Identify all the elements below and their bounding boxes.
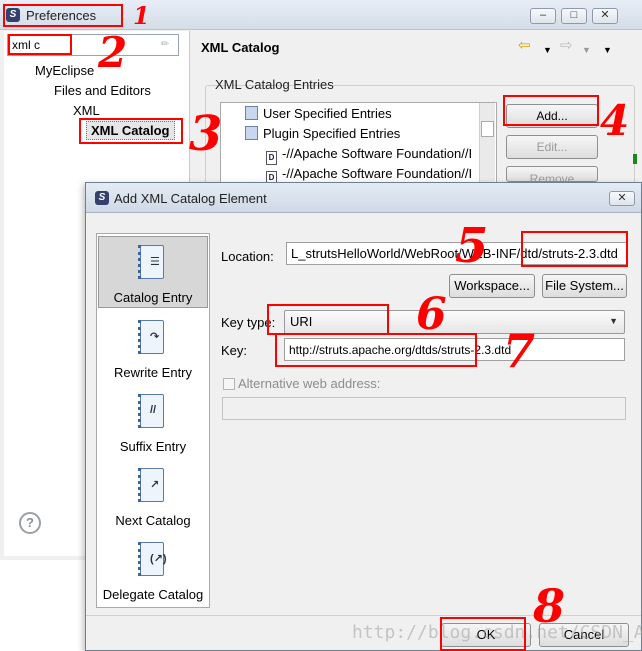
annotation-box [3,4,123,27]
catalog-icon [245,106,258,120]
back-arrow-icon[interactable]: ⇦ [518,38,531,54]
back-menu-chevron-icon[interactable]: ▼ [543,42,552,58]
entry-type-label: Next Catalog [115,513,191,528]
alternative-address-checkbox[interactable] [223,378,235,390]
tree-row-plugin-entries[interactable]: Plugin Specified Entries [245,126,400,141]
annotation-number: 6 [416,289,447,340]
entry-type-rewrite[interactable]: ↷ Rewrite Entry [98,312,208,382]
dialog-close-button[interactable]: ✕ [609,191,635,206]
dialog-title: Add XML Catalog Element [114,191,267,206]
remove-button[interactable]: Remove [506,166,598,182]
annotation-box [275,333,477,367]
annotation-box [440,617,526,651]
entry-type-list: ☰ Catalog Entry ↷ Rewrite Entry // Suffi… [96,233,210,608]
myeclipse-app-icon: S [95,191,109,205]
tree-row-dtd-entry[interactable]: D -//Apache Software Foundation//I [266,146,472,165]
edit-button[interactable]: Edit... [506,135,598,159]
annotation-box [521,231,628,267]
annotation-number: 3 [189,106,223,162]
maximize-button[interactable]: □ [561,8,587,24]
dialog-titlebar: S Add XML Catalog Element ✕ [86,183,641,213]
entry-type-suffix[interactable]: // Suffix Entry [98,386,208,456]
alternative-address-input[interactable] [222,397,626,420]
tree-item-files-and-editors[interactable]: Files and Editors [54,83,151,98]
page-title: XML Catalog [201,40,280,55]
next-catalog-icon: ↗ [138,466,168,508]
tree-row-label: Plugin Specified Entries [263,126,401,141]
minimize-button[interactable]: – [530,8,556,24]
annotation-number: 7 [503,324,536,378]
catalog-entries-tree[interactable]: User Specified Entries Plugin Specified … [220,102,497,192]
annotation-number: 2 [98,28,128,77]
tree-row-user-entries[interactable]: User Specified Entries [245,106,392,121]
delegate-catalog-icon: (↗) [138,540,168,582]
tree-item-xml[interactable]: XML [73,103,100,118]
annotation-number: 8 [533,579,566,633]
view-menu-chevron-icon[interactable]: ▼ [603,42,612,58]
annotation-number: 5 [455,218,489,274]
entry-type-catalog[interactable]: ☰ Catalog Entry [98,236,208,308]
entry-type-label: Suffix Entry [119,439,187,454]
entry-type-delegate-catalog[interactable]: (↗) Delegate Catalog [98,534,208,606]
green-mark [633,154,637,164]
location-label: Location: [221,249,274,264]
annotation-number: 4 [600,96,630,145]
close-button[interactable]: ✕ [592,8,618,24]
tree-row-label: User Specified Entries [263,106,392,121]
entries-scrollbar[interactable] [479,103,495,191]
key-label: Key: [221,343,248,358]
help-icon[interactable]: ? [19,512,41,534]
entry-type-label: Delegate Catalog [102,587,204,602]
annotation-box [79,118,183,144]
suffix-entry-icon: // [138,392,168,434]
catalog-entry-icon: ☰ [138,243,168,285]
catalog-icon [245,126,258,140]
tree-row-label: -//Apache Software Foundation//I [282,146,473,161]
annotation-box [8,34,72,55]
workspace-button[interactable]: Workspace... [449,274,535,298]
scrollbar-thumb[interactable] [481,121,494,137]
rewrite-entry-icon: ↷ [138,318,168,360]
clear-filter-icon[interactable]: ✏ [161,39,173,51]
chevron-down-icon: ▼ [609,316,618,326]
entry-type-label: Rewrite Entry [113,365,193,380]
tree-row-label: -//Apache Software Foundation//I [282,166,473,181]
annotation-box [267,304,389,335]
tree-item-myeclipse[interactable]: MyEclipse [35,63,94,78]
forward-arrow-icon[interactable]: ⇨ [560,38,573,54]
alternative-address-label: Alternative web address: [238,376,381,391]
file-system-button[interactable]: File System... [542,274,627,298]
catalog-entries-group-label: XML Catalog Entries [215,77,334,92]
entry-type-next-catalog[interactable]: ↗ Next Catalog [98,460,208,530]
forward-menu-chevron-icon[interactable]: ▼ [582,42,591,58]
entry-type-label: Catalog Entry [113,290,193,305]
annotation-box [503,95,599,126]
dtd-document-icon: D [266,151,277,165]
annotation-number: 1 [133,1,150,30]
